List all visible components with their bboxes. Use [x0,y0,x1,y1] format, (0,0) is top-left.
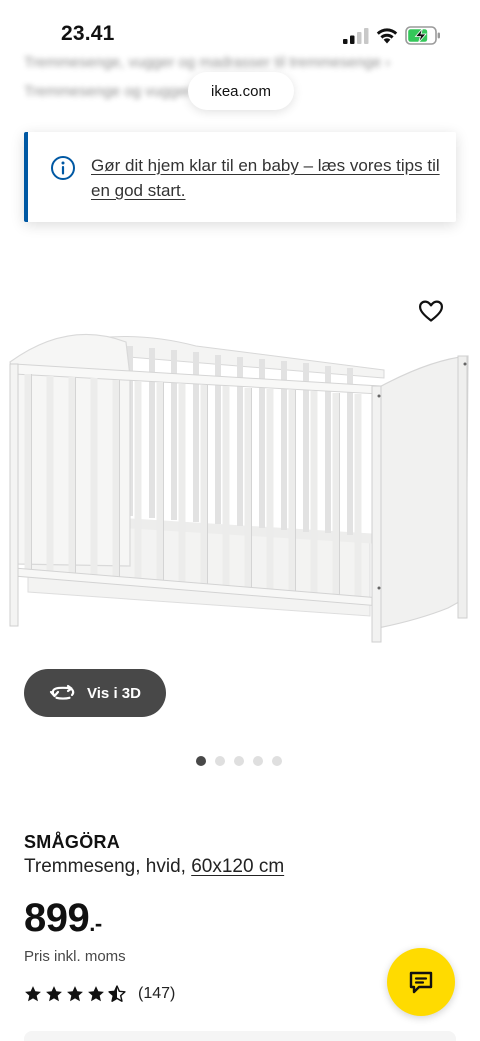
price-suffix: .- [89,911,102,936]
chat-icon [409,971,433,994]
wifi-icon [376,28,398,44]
cellular-signal-icon [343,28,369,44]
favourite-button[interactable] [414,294,448,328]
breadcrumb-separator: › [385,54,391,71]
url-label: ikea.com [210,82,272,100]
product-size-link[interactable]: 60x120 cm [191,856,284,877]
battery-charging-icon [405,26,440,45]
status-time: 23.41 [61,22,115,45]
product-description: Tremmeseng, hvid, 60x120 cm [24,856,284,878]
view-in-3d-button[interactable]: Vis i 3D [24,669,166,717]
gallery-dot-3[interactable] [234,756,244,766]
info-icon [51,156,75,180]
gallery-pagination[interactable] [196,756,282,766]
browser-url-pill[interactable]: ikea.com [188,72,294,110]
breadcrumb-item[interactable]: Tremmesenge, vugger og madrasser til tre… [24,54,381,71]
breadcrumb-item-current[interactable]: Tremmesenge og vugger [24,83,191,100]
notice-link[interactable]: Gør dit hjem klar til en baby – læs vore… [91,153,447,203]
rotate-3d-icon [49,684,75,700]
gallery-dot-4[interactable] [253,756,263,766]
baby-tips-notice[interactable]: Gør dit hjem klar til en baby – læs vore… [24,132,456,222]
view-in-3d-label: Vis i 3D [87,684,141,702]
star-icon [46,986,62,1002]
next-section-card [24,1031,456,1041]
price-note: Pris inkl. moms [24,948,126,965]
product-price: 899.- [24,896,102,941]
gallery-dot-2[interactable] [215,756,225,766]
star-icon [25,986,41,1002]
star-icon [88,986,104,1002]
product-name: SMÅGÖRA [24,832,121,852]
crib-product-image [9,333,469,643]
chat-button[interactable] [387,948,455,1016]
price-value: 899 [24,896,90,940]
gallery-dot-5[interactable] [272,756,282,766]
rating-count[interactable]: (147) [138,985,175,1003]
product-type: Tremmeseng, hvid, [24,856,186,877]
gallery-dot-1[interactable] [196,756,206,766]
product-rating[interactable]: (147) [24,985,175,1003]
heart-icon [419,300,443,322]
star-icon [67,986,83,1002]
star-half-icon [108,985,126,1002]
